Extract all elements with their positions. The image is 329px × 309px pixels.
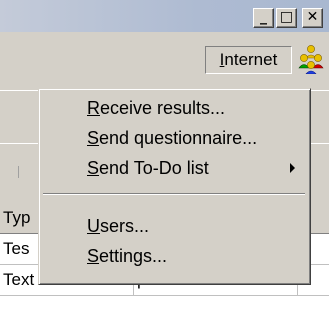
- toolbar: Internet: [0, 32, 329, 90]
- close-button[interactable]: ✕: [302, 8, 323, 28]
- menu-item-label: Send To-Do list: [87, 158, 209, 178]
- internet-label: nternet: [224, 50, 278, 69]
- menu-item-settings[interactable]: Settings...: [42, 241, 305, 271]
- close-icon: ✕: [306, 9, 319, 25]
- band-divider: [18, 166, 19, 178]
- menu-item-label: Send questionnaire...: [87, 128, 258, 148]
- minimize-icon: _: [260, 9, 267, 25]
- menu-item-send-questionnaire[interactable]: Send questionnaire...: [42, 123, 305, 153]
- menu-item-label: Settings...: [87, 246, 168, 266]
- maximize-icon: □: [279, 9, 294, 25]
- minimize-button[interactable]: _: [253, 8, 274, 28]
- menu-item-label: Users...: [87, 216, 150, 236]
- maximize-button[interactable]: □: [276, 8, 297, 28]
- submenu-arrow-icon: [290, 163, 295, 173]
- menu-item-send-todo-list[interactable]: Send To-Do list: [42, 153, 305, 183]
- menu-separator: [43, 193, 305, 195]
- menu-item-label: Receive results...: [87, 98, 226, 118]
- menu-item-users[interactable]: Users...: [42, 211, 305, 241]
- menu-item-receive-results[interactable]: Receive results...: [42, 93, 305, 123]
- title-bar: _ □ ✕: [0, 0, 329, 32]
- people-icon[interactable]: [298, 44, 324, 74]
- internet-button[interactable]: Internet: [205, 46, 292, 74]
- context-menu: Receive results... Send questionnaire...…: [38, 88, 311, 285]
